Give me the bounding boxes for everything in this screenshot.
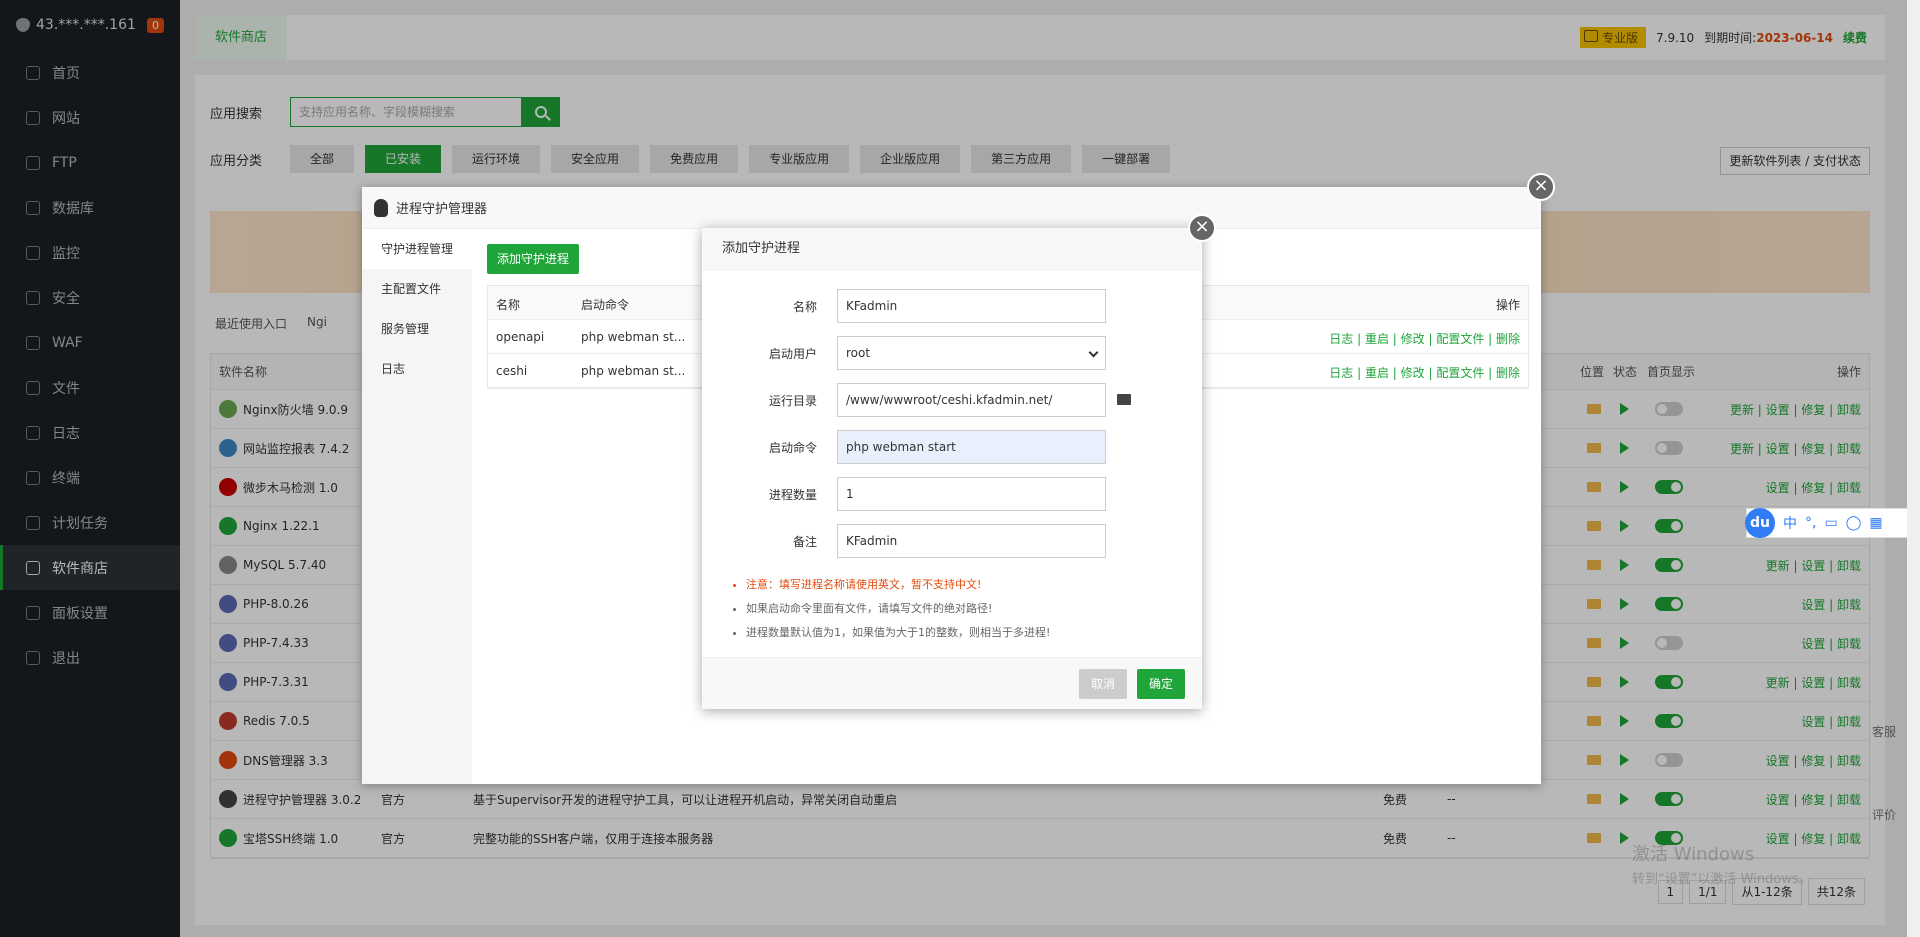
process-count-input[interactable]: 1 [837,477,1106,511]
chevron-down-icon [1088,347,1099,358]
field-count-row: 进程数量 1 [702,477,1202,511]
field-remark-label: 备注 [792,535,817,549]
col-ops: 操作 [1495,298,1520,312]
command-input[interactable]: php webman start [837,430,1106,464]
note-item: 如果启动命令里面有文件，请填写文件的绝对路径! [746,597,1050,621]
field-user-row: 启动用户 root [702,336,1202,370]
add-process-modal: 添加守护进程 × 名称 KFadmin 启动用户 root 运行目录 /www/… [702,214,1216,709]
field-name-row: 名称 KFadmin [702,289,1202,323]
field-count-label: 进程数量 [768,488,817,502]
help-notes: 注意：填写进程名称请使用英文，暂不支持中文! 如果启动命令里面有文件，请填写文件… [746,573,1050,645]
name-input[interactable]: KFadmin [837,289,1106,323]
supervisor-menu-item[interactable]: 主配置文件 [362,269,472,309]
note-item: 进程数量默认值为1，如果值为大于1的整数，则相当于多进程! [746,621,1050,645]
process-cmd: php webman st... [581,364,686,378]
user-select-value: root [846,346,871,360]
field-cmd-row: 启动命令 php webman start [702,430,1202,464]
supervisor-menu-item[interactable]: 守护进程管理 [362,229,472,269]
supervisor-menu-item[interactable]: 服务管理 [362,309,472,349]
field-dir-label: 运行目录 [768,394,817,408]
supervisor-menu-item[interactable]: 日志 [362,349,472,389]
add-modal-title: 添加守护进程 [702,228,1202,270]
windows-watermark-sub: 转到“设置”以激活 Windows。 [1632,872,1812,887]
field-remark-row: 备注 KFadmin [702,524,1202,558]
confirm-button[interactable]: 确定 [1136,669,1185,699]
user-select[interactable]: root [837,336,1106,370]
field-user-label: 启动用户 [768,347,817,361]
ime-user-icon[interactable]: ◯ [1846,515,1862,531]
process-name: ceshi [496,364,528,378]
remark-input[interactable]: KFadmin [837,524,1106,558]
folder-open-icon[interactable] [1117,394,1131,405]
ime-toolbar[interactable]: du 中 °, ▭ ◯ ▦ [1745,508,1920,538]
supervisor-menu: 守护进程管理 主配置文件 服务管理 日志 [362,229,472,784]
col-name: 名称 [496,298,521,312]
review-widget[interactable]: 评价 [1870,808,1898,822]
baidu-ime-logo[interactable]: du [1745,508,1775,538]
field-name-label: 名称 [792,300,817,314]
add-process-button[interactable]: 添加守护进程 [487,244,580,274]
field-cmd-label: 启动命令 [768,441,817,455]
field-dir-row: 运行目录 /www/wwwroot/ceshi.kfadmin.net/ [702,383,1202,417]
directory-input[interactable]: /www/wwwroot/ceshi.kfadmin.net/ [837,383,1106,417]
supervisor-modal-title: 进程守护管理器 [396,202,488,217]
windows-watermark: 激活 Windows [1632,844,1755,865]
process-actions[interactable]: 日志 | 重启 | 修改 | 配置文件 | 删除 [1329,330,1520,347]
process-actions[interactable]: 日志 | 重启 | 修改 | 配置文件 | 删除 [1329,364,1520,381]
cancel-button[interactable]: 取消 [1078,669,1127,699]
linux-penguin-icon [374,198,388,217]
page-scrollbar[interactable] [1907,0,1920,937]
note-item: 注意：填写进程名称请使用英文，暂不支持中文! [746,573,1050,597]
customer-service-widget[interactable]: 客服 [1870,725,1898,739]
close-icon[interactable]: × [1527,173,1555,201]
ime-chinese-mode[interactable]: 中 [1783,513,1797,533]
ime-punctuation[interactable]: °, [1805,515,1816,531]
ime-skin-icon[interactable]: ▭ [1824,515,1837,531]
supervisor-modal-header: 进程守护管理器 [362,187,1541,229]
process-cmd: php webman st... [581,330,686,344]
col-cmd: 启动命令 [581,298,630,312]
process-name: openapi [496,330,545,344]
add-modal-footer: 取消 确定 [702,657,1202,709]
close-icon[interactable]: × [1188,214,1216,242]
ime-menu-icon[interactable]: ▦ [1869,515,1882,531]
